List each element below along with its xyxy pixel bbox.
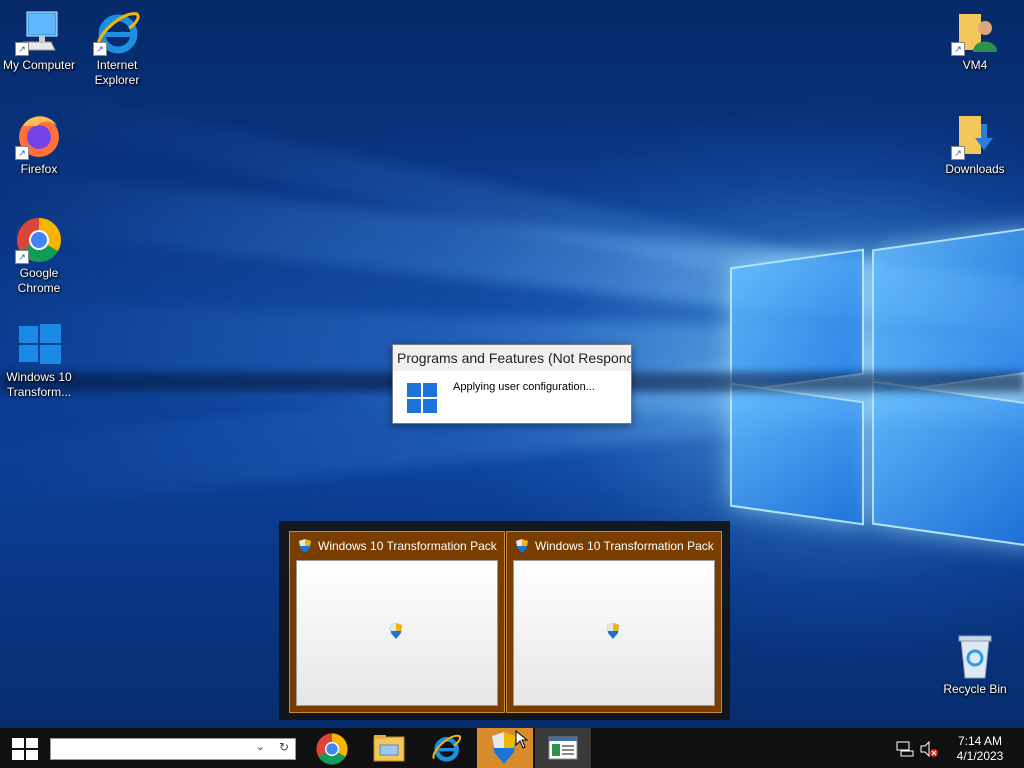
taskbar-button-transformation-pack[interactable] <box>477 728 533 768</box>
taskbar-button-file-explorer[interactable] <box>361 728 417 768</box>
file-explorer-icon <box>373 735 405 762</box>
desktop-icon-label: Windows 10 Transform... <box>6 370 72 399</box>
downloads-folder-icon: ↗ <box>951 112 999 160</box>
desktop-icon-google-chrome[interactable]: ↗ Google Chrome <box>0 216 78 296</box>
chrome-icon <box>316 733 348 765</box>
uac-shield-icon <box>390 623 402 639</box>
thumbnail-preview <box>296 560 498 706</box>
computer-icon: ↗ <box>15 8 63 56</box>
thumbnail-title: Windows 10 Transformation Pack <box>318 539 497 553</box>
search-input[interactable] <box>51 741 255 759</box>
taskbar-button-internet-explorer[interactable] <box>418 728 474 768</box>
window-thumbnail[interactable]: Windows 10 Transformation Pack <box>506 531 722 713</box>
desktop-icon-label: VM4 <box>962 58 988 72</box>
internet-explorer-icon <box>432 734 461 762</box>
start-button[interactable] <box>0 728 48 768</box>
system-tray: 7:14 AM 4/1/2023 <box>884 728 1024 768</box>
uac-shield-icon <box>607 623 619 639</box>
clock-time: 7:14 AM <box>957 734 1003 748</box>
network-icon[interactable] <box>896 741 914 757</box>
desktop-icon-label: Google Chrome <box>17 266 61 295</box>
taskbar-button-chrome[interactable] <box>304 728 360 768</box>
taskbar-search-box[interactable]: ⌄ ↻ <box>50 738 296 760</box>
windows-start-icon <box>12 738 38 760</box>
dialog-message: Applying user configuration... <box>453 381 595 393</box>
firefox-icon: ↗ <box>15 112 63 160</box>
desktop-icon-internet-explorer[interactable]: ↗ Internet Explorer <box>78 8 156 88</box>
desktop-icon-label: Downloads <box>945 162 1005 176</box>
window-icon <box>548 736 578 760</box>
taskbar-thumbnail-popup: Windows 10 Transformation Pack Windows 1… <box>279 521 730 720</box>
window-thumbnail[interactable]: Windows 10 Transformation Pack <box>289 531 505 713</box>
thumbnail-title: Windows 10 Transformation Pack <box>535 539 714 553</box>
uac-shield-icon <box>299 539 311 553</box>
taskbar-button-window[interactable] <box>535 728 591 768</box>
desktop-icon-label: My Computer <box>2 58 76 72</box>
taskbar-clock[interactable]: 7:14 AM 4/1/2023 <box>950 734 1010 764</box>
desktop-icon-firefox[interactable]: ↗ Firefox <box>0 112 78 177</box>
mouse-cursor-icon <box>515 730 529 749</box>
desktop-icon-label: Internet Explorer <box>94 58 140 87</box>
desktop-icon-label: Firefox <box>20 162 58 176</box>
chevron-down-icon[interactable]: ⌄ <box>256 740 265 753</box>
desktop-icon-vm4[interactable]: ↗ VM4 <box>936 8 1014 73</box>
uac-shield-icon <box>516 539 528 553</box>
clock-date: 4/1/2023 <box>956 749 1004 763</box>
recycle-bin-icon <box>951 632 999 680</box>
user-folder-icon: ↗ <box>951 8 999 56</box>
desktop-icon-label: Recycle Bin <box>943 682 1007 696</box>
desktop-icon-downloads[interactable]: ↗ Downloads <box>936 112 1014 177</box>
volume-muted-icon[interactable] <box>920 741 938 757</box>
desktop-icon-recycle-bin[interactable]: Recycle Bin <box>936 632 1014 697</box>
dialog-title[interactable]: Programs and Features (Not Responding) <box>393 345 631 371</box>
taskbar: ⌄ ↻ 7:14 AM 4/1/2023 <box>0 728 1024 768</box>
windows-logo-icon <box>15 320 63 368</box>
thumbnail-preview <box>513 560 715 706</box>
internet-explorer-icon: ↗ <box>93 8 141 56</box>
desktop-icon-my-computer[interactable]: ↗ My Computer <box>0 8 78 73</box>
programs-features-dialog[interactable]: Programs and Features (Not Responding) A… <box>392 344 632 424</box>
desktop-icon-windows-10-transformation[interactable]: Windows 10 Transform... <box>0 320 78 400</box>
windows-logo-icon <box>407 383 437 413</box>
refresh-icon[interactable]: ↻ <box>279 740 289 754</box>
chrome-icon: ↗ <box>15 216 63 264</box>
